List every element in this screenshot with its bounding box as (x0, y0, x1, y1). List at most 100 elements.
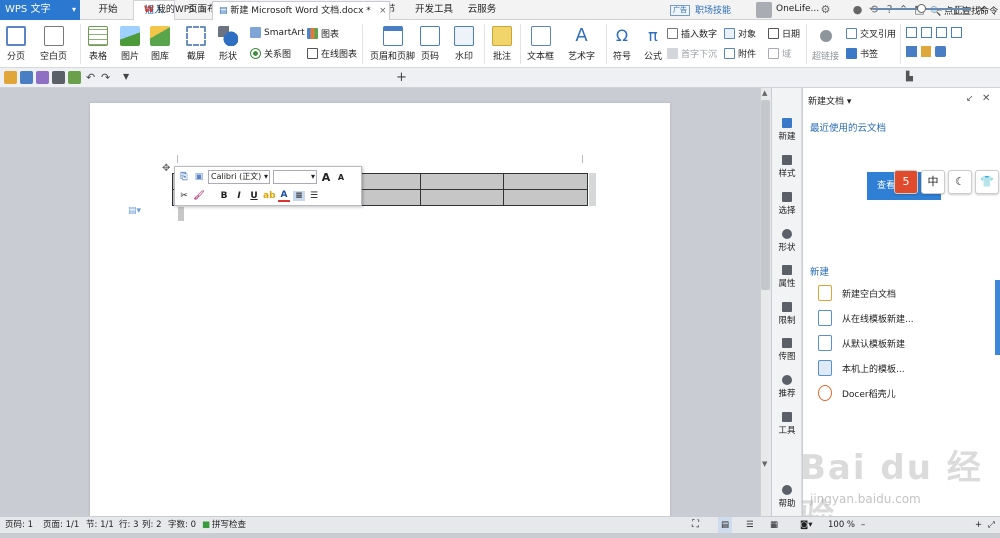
strip-select[interactable]: 选择 (772, 192, 802, 216)
close-icon[interactable]: × (379, 2, 387, 20)
status-pages[interactable]: 页面: 1/1 (43, 517, 79, 533)
status-row[interactable]: 行: 3 (119, 517, 138, 533)
zoom-out-button[interactable]: – (861, 517, 865, 533)
bold-button[interactable]: B (218, 191, 230, 201)
doc-tab-active[interactable]: ▤ 新建 Microsoft Word 文档.docx * × (212, 1, 390, 20)
strip-upload-image[interactable]: 传图 (772, 338, 802, 362)
app-menu-button[interactable]: WPS 文字 ▾ (0, 0, 80, 20)
shape-button[interactable]: 形状 (218, 26, 238, 62)
copy-icon[interactable]: ⎘ (178, 172, 190, 182)
close-icon[interactable]: × (200, 1, 208, 19)
tab-home[interactable]: 开始 (86, 0, 130, 20)
strip-new[interactable]: 新建 (772, 118, 802, 142)
wordart-button[interactable]: A 艺术字 (568, 26, 595, 63)
docer-item[interactable]: Docer稻壳儿 (818, 384, 896, 402)
pencil-icon[interactable] (920, 46, 932, 57)
close-icon[interactable]: ✕ (982, 93, 990, 104)
table-cell[interactable] (420, 189, 505, 206)
smartart-button[interactable]: SmartArt (250, 27, 305, 38)
new-tab-button[interactable]: + (396, 70, 407, 85)
avatar[interactable] (756, 2, 772, 18)
strip-properties[interactable]: 属性 (772, 265, 802, 289)
date-button[interactable]: 日期 (768, 27, 800, 40)
view-icon[interactable] (951, 27, 962, 38)
eye-icon[interactable]: ◙▾ (800, 517, 813, 533)
redo-icon[interactable]: ↷ (101, 71, 110, 84)
font-color-button[interactable]: A (278, 190, 290, 202)
header-footer-button[interactable]: 页眉和页脚 (370, 26, 415, 62)
paste-icon[interactable]: ▣ (193, 172, 205, 182)
tab-developer[interactable]: 开发工具 (412, 0, 456, 20)
moon-icon[interactable]: ☾ (948, 170, 972, 194)
command-search[interactable]: 🔍 点此查找命令 (930, 4, 998, 17)
pane-collapse-handle[interactable] (995, 280, 1000, 355)
export-icon[interactable] (36, 71, 49, 84)
hyperlink-button[interactable]: 超链接 (812, 26, 839, 62)
picture-button[interactable]: 图片 (120, 26, 140, 62)
gallery-button[interactable]: 图库 (150, 26, 170, 62)
align-icon[interactable]: ≡ (293, 191, 305, 201)
table-resize-handle[interactable] (589, 173, 596, 206)
table-button[interactable]: 表格 (88, 26, 108, 62)
status-spellcheck[interactable]: 拼写检查 (212, 517, 246, 533)
format-painter-icon[interactable]: 🖌 (193, 191, 205, 201)
web-view-icon[interactable]: ▦ (770, 517, 778, 533)
skin-icon[interactable]: ● (850, 2, 865, 17)
print-icon[interactable] (52, 71, 65, 84)
strip-style[interactable]: 样式 (772, 155, 802, 179)
lock-icon[interactable] (935, 46, 947, 57)
scissors-icon[interactable]: ✂ (178, 191, 190, 201)
strip-tools[interactable]: 工具 (772, 412, 802, 436)
insert-number-button[interactable]: 插入数字 (667, 27, 717, 40)
taskpane-title[interactable]: 新建文档 ▾ (808, 94, 851, 107)
table-cell[interactable] (503, 173, 588, 190)
textbox-button[interactable]: 文本框 (527, 26, 554, 62)
dock-icon[interactable]: ↙ (966, 94, 974, 104)
fullscreen-icon[interactable]: ⛶ (692, 517, 699, 533)
pin-icon[interactable]: ▙ (906, 72, 913, 82)
new-from-default-template-item[interactable]: 从默认模板新建 (818, 334, 905, 352)
dropcap-button[interactable]: 首字下沉 (667, 47, 717, 60)
grow-font-button[interactable]: A (320, 171, 332, 184)
table-cell[interactable] (420, 173, 505, 190)
page-break-button[interactable]: 分页 (6, 26, 26, 62)
table-move-icon[interactable]: ✥ (162, 163, 170, 174)
strip-recommend[interactable]: 推荐 (772, 375, 802, 399)
object-button[interactable]: 对象 (724, 27, 756, 40)
strip-help[interactable]: 帮助 (772, 485, 802, 509)
highlight-icon[interactable]: ab (263, 191, 276, 201)
watermark-button[interactable]: 水印 (454, 26, 474, 62)
strip-restrict[interactable]: 限制 (772, 302, 802, 326)
scroll-down-icon[interactable]: ▼ (762, 460, 767, 468)
preview-icon[interactable] (68, 71, 81, 84)
zoom-slider-knob[interactable] (917, 4, 926, 13)
underline-button[interactable]: U (248, 191, 260, 201)
italic-button[interactable]: I (233, 191, 245, 201)
zoom-in-button[interactable]: + (975, 517, 982, 533)
tab-cloud[interactable]: 云服务 (466, 0, 498, 20)
paste-options-icon[interactable]: ▤▾ (128, 206, 141, 216)
comment-button[interactable]: 批注 (492, 26, 512, 62)
relation-button[interactable]: 关系图 (250, 47, 291, 60)
page-number-button[interactable]: 页码 (420, 26, 440, 62)
status-column[interactable]: 列: 2 (142, 517, 161, 533)
view-icon[interactable] (906, 27, 917, 38)
blank-page-button[interactable]: 空白页 (40, 26, 67, 62)
outline-view-icon[interactable]: ☰ (746, 517, 754, 533)
bookmark-button[interactable]: 书签 (846, 47, 878, 60)
online-chart-button[interactable]: 在线图表 (307, 47, 357, 60)
new-from-online-template-item[interactable]: 从在线模板新建... (818, 309, 914, 327)
line-spacing-icon[interactable]: ☰ (308, 191, 320, 201)
doc-tab-mywps[interactable]: W 我的WPS × (138, 1, 208, 20)
zoom-level[interactable]: 100 % (828, 517, 855, 533)
gear-icon[interactable]: ⚙ (818, 2, 833, 17)
field-button[interactable]: 域 (768, 47, 791, 60)
chevron-down-icon[interactable]: ▼ (123, 72, 129, 81)
scroll-up-icon[interactable]: ▲ (762, 89, 767, 97)
cross-ref-button[interactable]: 交叉引用 (846, 27, 896, 40)
page-view-icon[interactable]: ▤ (718, 517, 733, 533)
undo-icon[interactable]: ↶ (86, 71, 95, 84)
save-icon[interactable] (20, 71, 33, 84)
attachment-button[interactable]: 附件 (724, 47, 756, 60)
screenshot-button[interactable]: 截屏 (186, 26, 206, 62)
